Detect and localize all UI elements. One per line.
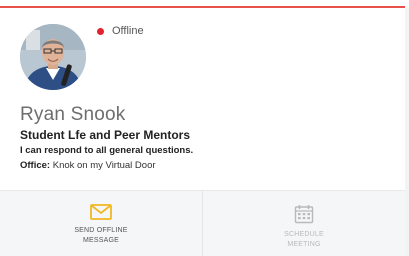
send-offline-message-label: SEND OFFLINE MESSAGE: [74, 226, 127, 246]
avatar-photo: [20, 24, 86, 90]
schedule-meeting-button[interactable]: SCHEDULE MEETING: [202, 191, 405, 256]
office-value: Knok on my Virtual Door: [52, 160, 156, 171]
mentor-description: I can respond to all general questions.: [20, 145, 194, 156]
mentor-name: Ryan Snook: [20, 104, 126, 125]
schedule-meeting-label-line2: MEETING: [287, 241, 321, 248]
schedule-meeting-label: SCHEDULE MEETING: [284, 230, 324, 250]
send-offline-message-label-line2: MESSAGE: [82, 237, 119, 244]
mentor-office: Office: Knok on my Virtual Door: [20, 160, 156, 171]
status-indicator: Offline: [97, 25, 144, 37]
mentor-department: Student Lfe and Peer Mentors: [20, 128, 191, 142]
action-bar: SEND OFFLINE MESSAGE SCHEDULE MEETING: [0, 190, 405, 256]
card-top-border: [0, 6, 405, 8]
office-label: Office:: [20, 160, 51, 171]
send-offline-message-label-line1: SEND OFFLINE: [74, 227, 128, 234]
schedule-meeting-label-line1: SCHEDULE: [284, 231, 324, 238]
envelope-icon: [90, 204, 112, 220]
avatar: [20, 24, 86, 90]
status-text: Offline: [112, 25, 144, 37]
calendar-icon: [294, 205, 314, 224]
status-dot-icon: [97, 27, 104, 35]
mentor-card: Offline Ryan Snook Student Lfe and Peer …: [0, 0, 409, 256]
card-right-edge: [405, 8, 409, 256]
send-offline-message-button[interactable]: SEND OFFLINE MESSAGE: [0, 191, 202, 256]
